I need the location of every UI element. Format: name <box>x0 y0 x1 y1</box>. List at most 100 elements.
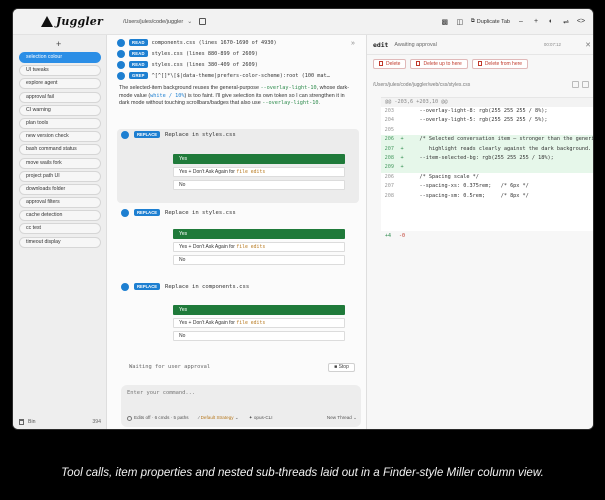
app-name: Juggler <box>56 15 103 28</box>
line-marker: + <box>400 164 404 171</box>
file-path: /Users/jules/code/juggler/web/css/styles… <box>373 81 471 88</box>
tool-call-row[interactable]: READ components.css (lines 1670-1690 of … <box>117 37 357 48</box>
strategy-label: Default Strategy <box>200 415 234 420</box>
hunk-header: @@ -203,6 +203,10 @@ <box>381 98 593 107</box>
delete-up-to-here-button[interactable]: Delete up to here <box>410 59 468 69</box>
code-line: 207 --spacing-xs: 0.375rem; /* 6px */ <box>381 182 593 191</box>
search-icon <box>117 71 125 80</box>
line-number: 206 <box>384 173 394 180</box>
line-text: highlight reads clearly against the dark… <box>407 145 594 152</box>
sidebar-item[interactable]: selection colour <box>19 52 101 63</box>
zoom-in-icon[interactable]: + <box>532 18 540 26</box>
line-marker <box>397 126 407 135</box>
code-line: 206 /* Spacing scale */ <box>381 173 593 182</box>
logo-mark-icon <box>41 15 54 28</box>
line-number: 206 <box>384 136 394 143</box>
terminal-icon[interactable]: ▩ <box>441 18 449 26</box>
bin-row[interactable]: Bin 394 <box>19 419 101 425</box>
add-thread-icon[interactable]: + <box>56 39 61 49</box>
code-line-added: 206 + /* Selected conversation item — str… <box>381 135 593 145</box>
code-line-added: 209 + <box>381 163 593 173</box>
open-file-icon[interactable] <box>582 81 589 88</box>
sidebar-item[interactable]: cache detection <box>19 210 101 222</box>
shuffle-icon[interactable]: ⇌ <box>562 18 570 26</box>
waiting-status: Waiting for user approval <box>129 364 211 370</box>
duplicate-tab-label: Duplicate Tab <box>476 18 510 25</box>
edit-icon <box>121 130 129 139</box>
edits-status[interactable]: Edits off · 6 cmds · 5 paths <box>127 415 189 421</box>
close-icon[interactable]: ✕ <box>585 41 591 49</box>
approve-yes-button[interactable]: Yes <box>173 154 345 164</box>
delete-from-label: Delete from here <box>484 61 523 67</box>
sidebar-item[interactable]: timeout display <box>19 236 101 248</box>
code-line-added: 208 + --item-selected-bg: rgb(255 255 255… <box>381 153 593 164</box>
tool-call-text: ^[^[]*\[$|data-theme|prefers-color-schem… <box>151 72 330 79</box>
sidebar-item[interactable]: UI tweaks <box>19 65 101 77</box>
chevron-down-icon: ⌄ <box>353 415 357 420</box>
stage: Juggler /Users/jules/code/juggler ⌄ ▩ ◫ … <box>0 0 605 500</box>
tool-badge: GREP <box>129 72 148 79</box>
sidebar-item[interactable]: move wails fork <box>19 157 101 169</box>
line-number: 205 <box>384 126 394 133</box>
approve-yes-button[interactable]: Yes <box>173 305 345 315</box>
code-icon[interactable]: <> <box>577 18 585 26</box>
code-line-added: 207 + highlight reads clearly against the… <box>381 144 594 154</box>
theme-toggle-icon[interactable]: ◐ <box>547 18 555 26</box>
sidebar-item[interactable]: approval filters <box>19 197 101 209</box>
new-thread-button[interactable]: New Thread ⌄ <box>327 415 357 421</box>
deny-button[interactable]: No <box>173 180 345 190</box>
approve-always-button[interactable]: Yes + Don't Ask Again for file edits <box>173 242 345 252</box>
caption: Tool calls, item properties and nested s… <box>61 466 544 479</box>
sidebar-item[interactable]: CI warning <box>19 104 101 116</box>
sidebar-item[interactable]: project path UI <box>19 170 101 182</box>
diff-header: edit Awaiting approval 00:07:12 <box>367 35 593 55</box>
approval-card: REPLACE Replace in components.css Yes Ye… <box>117 281 359 355</box>
tool-call-text: components.css (lines 1670-1690 of 4930) <box>151 39 277 46</box>
code-line: 205 <box>381 126 593 135</box>
command-composer[interactable]: Enter your command... Edits off · 6 cmds… <box>121 385 361 427</box>
line-marker <box>397 173 407 182</box>
zoom-out-icon[interactable]: – <box>517 18 525 26</box>
sidebar-item[interactable]: plan tools <box>19 117 101 129</box>
deny-button[interactable]: No <box>173 331 345 341</box>
diff-status: Awaiting approval <box>394 41 437 48</box>
tool-call-row[interactable]: READ styles.css (lines 880-899 of 2609) <box>117 48 357 59</box>
diff-code: @@ -203,6 +203,10 @@ 203 --overlay-light… <box>381 97 594 231</box>
line-number: 204 <box>384 117 394 124</box>
delete-from-here-button[interactable]: Delete from here <box>471 59 529 69</box>
diff-actions: Delete Delete up to here Delete from her… <box>373 59 529 69</box>
tool-call-row[interactable]: GREP ^[^[]*\[$|data-theme|prefers-color-… <box>117 70 357 81</box>
model-picker[interactable]: ✦ opus-CLI <box>249 415 273 421</box>
chevron-down-icon: ⌄ <box>187 19 193 25</box>
approve-yes-button[interactable]: Yes <box>173 229 345 239</box>
app-logo: Juggler <box>41 15 103 28</box>
message-code: white / 10% <box>150 92 185 99</box>
sidebar-item[interactable]: approval fail <box>19 91 101 103</box>
bin-label: Bin <box>28 419 36 425</box>
assistant-message: The selected-item background reuses the … <box>119 85 355 108</box>
approval-badge: REPLACE <box>134 131 161 138</box>
duplicate-tab-button[interactable]: ⧉ Duplicate Tab <box>471 18 510 25</box>
copy-icon[interactable] <box>572 81 579 88</box>
strategy-picker[interactable]: ⁄ Default Strategy ⌄ <box>199 415 239 421</box>
sidebar-item[interactable]: cc test <box>19 223 101 235</box>
tool-call-row[interactable]: READ styles.css (lines 380-409 of 2609) <box>117 59 357 70</box>
sidebar-item[interactable]: new version check <box>19 131 101 143</box>
sidebar-item[interactable]: explore agent <box>19 78 101 90</box>
approve-always-button[interactable]: Yes + Don't Ask Again for file edits <box>173 318 345 328</box>
open-folder-icon[interactable] <box>199 18 207 25</box>
edits-status-label: Edits off · 6 cmds · 5 paths <box>134 415 189 421</box>
line-text: --item-selected-bg: rgb(255 255 255 / 18… <box>407 154 554 161</box>
tool-badge: READ <box>129 39 148 46</box>
diff-summary: +4 -0 <box>385 233 405 239</box>
project-path[interactable]: /Users/jules/code/juggler ⌄ <box>123 18 207 25</box>
sidebar-item[interactable]: bash command status <box>19 144 101 156</box>
deny-button[interactable]: No <box>173 255 345 265</box>
approve-always-button[interactable]: Yes + Don't Ask Again for file edits <box>173 167 345 177</box>
delete-button[interactable]: Delete <box>373 59 407 69</box>
command-input[interactable]: Enter your command... <box>127 390 195 396</box>
sidebar-item[interactable]: downloads folder <box>19 183 101 195</box>
file-icon <box>117 49 125 58</box>
stop-button[interactable]: ■ Stop <box>328 363 355 372</box>
split-view-icon[interactable]: ◫ <box>456 18 464 26</box>
